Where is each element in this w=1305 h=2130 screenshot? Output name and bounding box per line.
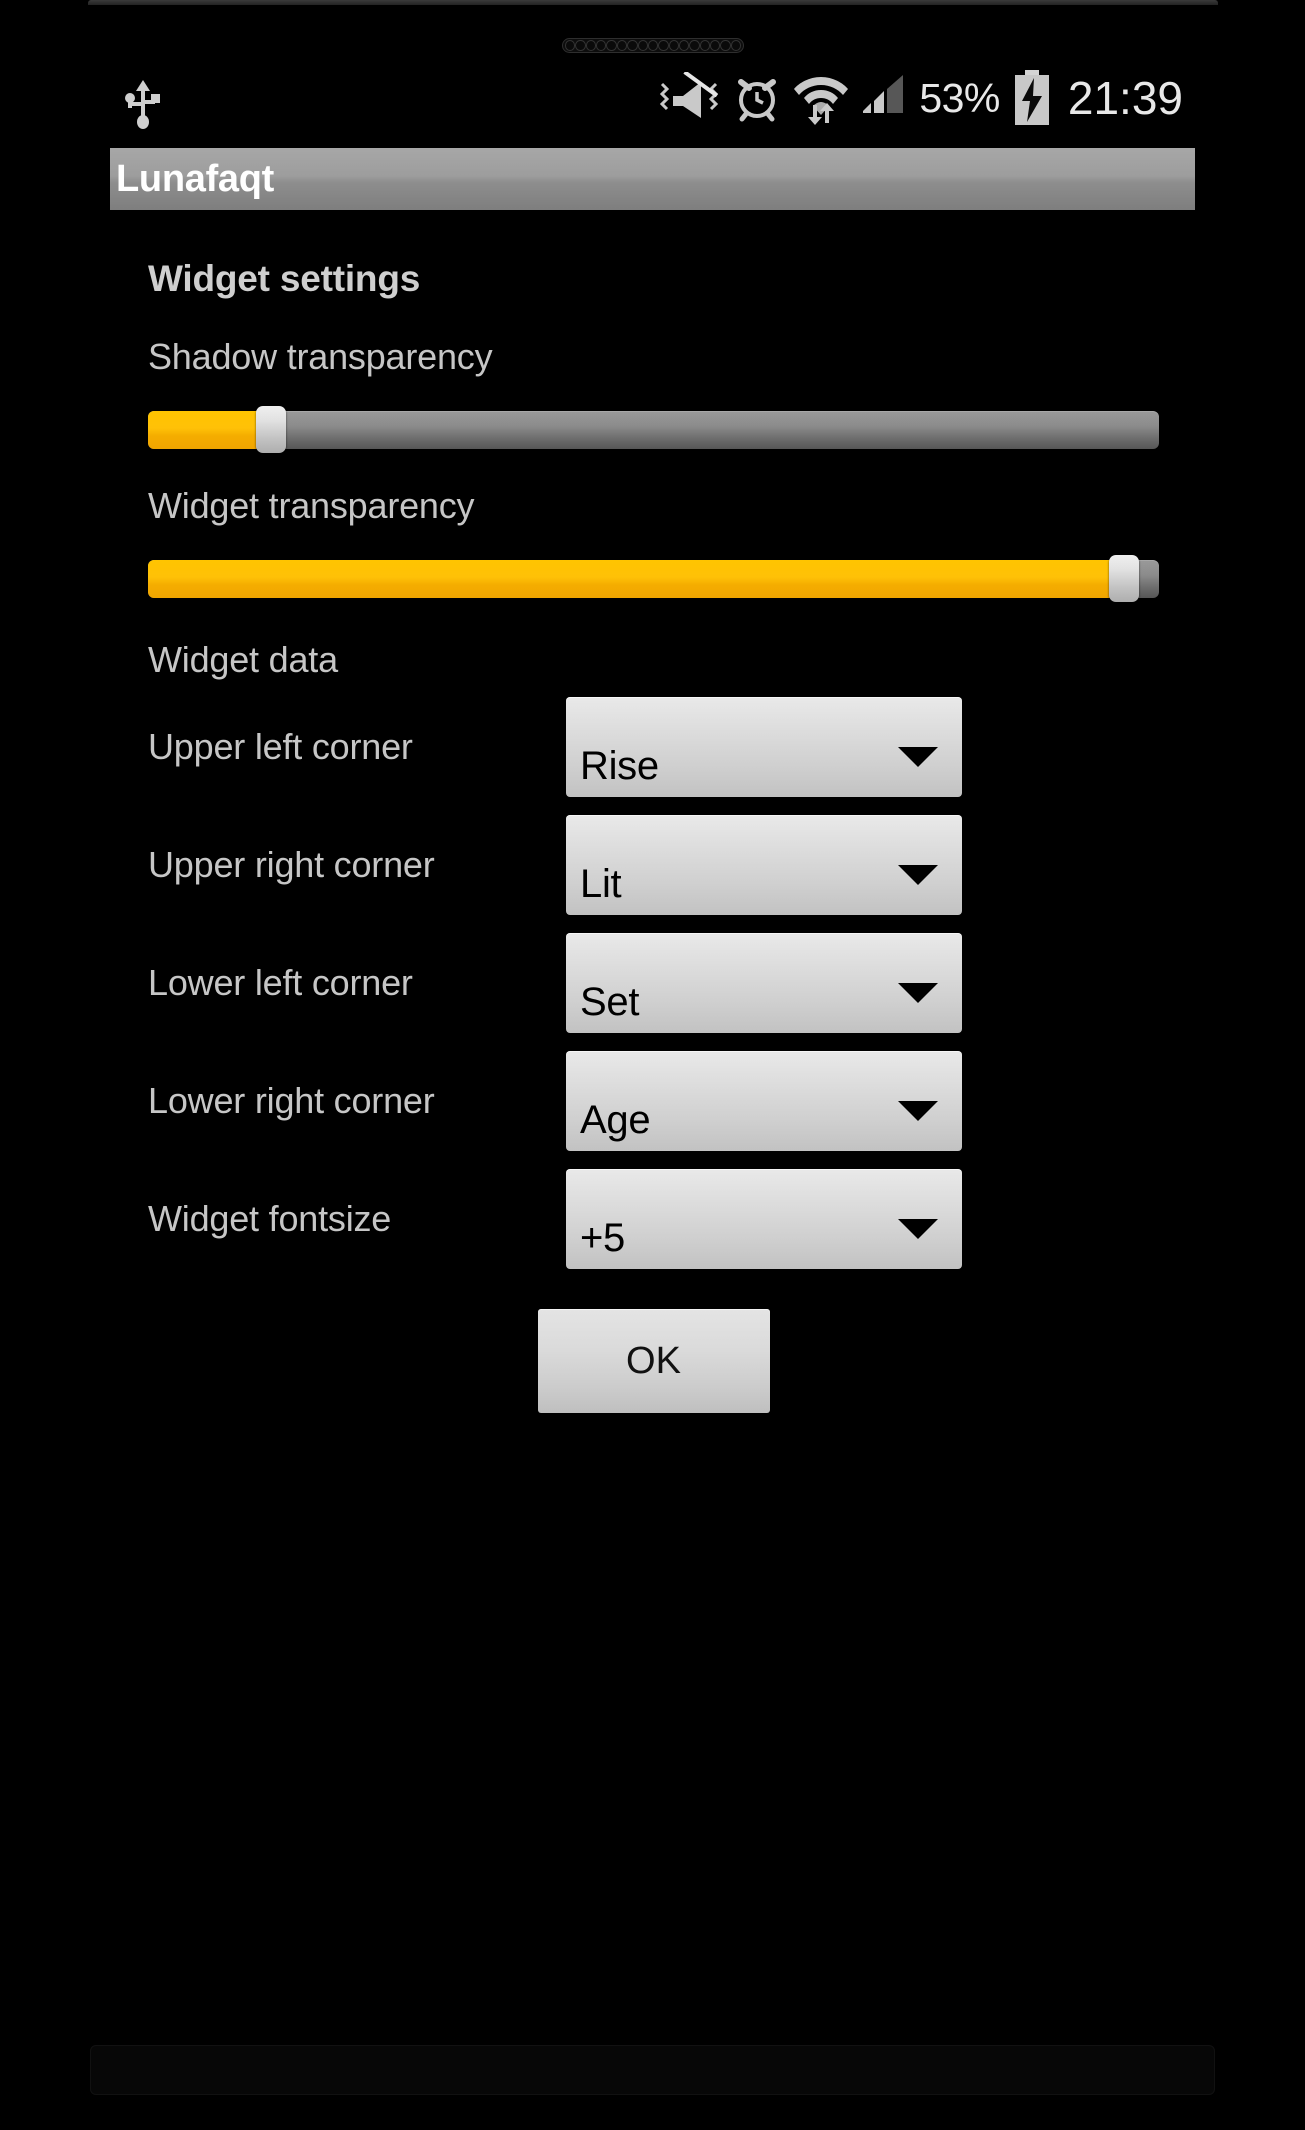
widget-transparency-label: Widget transparency bbox=[148, 485, 475, 526]
ok-button[interactable]: OK bbox=[537, 1309, 770, 1413]
upper-left-corner-label: Upper left corner bbox=[148, 726, 413, 767]
app-title: Lunafaqt bbox=[116, 157, 275, 200]
earpiece-speaker-grille bbox=[562, 38, 744, 53]
grille-hole bbox=[637, 40, 648, 51]
device-top-bezel bbox=[88, 0, 1218, 5]
grille-hole bbox=[668, 40, 679, 51]
grille-hole bbox=[647, 40, 659, 51]
grille-hole bbox=[658, 40, 669, 51]
spinner-selected-value: +5 bbox=[580, 1216, 626, 1260]
status-bar-right-icons: 53% 21:39 bbox=[659, 70, 1187, 126]
lower-left-corner-spinner[interactable]: Set bbox=[566, 933, 962, 1033]
grille-hole bbox=[585, 40, 597, 51]
app-title-bar: Lunafaqt bbox=[110, 148, 1195, 210]
grille-hole bbox=[730, 40, 742, 51]
lower-right-corner-label: Lower right corner bbox=[148, 1080, 435, 1121]
upper-right-corner-spinner[interactable]: Lit bbox=[566, 815, 962, 915]
button-row: OK bbox=[148, 1309, 1159, 1413]
spinner-selected-value: Rise bbox=[580, 744, 659, 788]
grille-hole bbox=[616, 40, 628, 51]
chevron-down-icon bbox=[898, 865, 938, 885]
status-bar-left-icons bbox=[120, 78, 166, 130]
page-title: Widget settings bbox=[148, 258, 421, 299]
spinner-selected-value: Age bbox=[580, 1098, 651, 1142]
widget-data-label: Widget data bbox=[148, 639, 338, 680]
upper-right-corner-label: Upper right corner bbox=[148, 844, 435, 885]
slider-thumb[interactable] bbox=[1109, 555, 1140, 602]
shadow-transparency-slider[interactable] bbox=[148, 406, 1159, 453]
setting-row-lower-left-corner: Lower left corner Set bbox=[148, 931, 1159, 1035]
grille-hole bbox=[627, 40, 638, 51]
spinner-selected-value: Lit bbox=[580, 862, 622, 906]
slider-fill bbox=[148, 411, 271, 449]
widget-transparency-slider[interactable] bbox=[148, 555, 1159, 602]
slider-thumb[interactable] bbox=[255, 406, 286, 453]
grille-hole bbox=[720, 40, 731, 51]
spinner-selected-value: Set bbox=[580, 980, 640, 1024]
usb-icon bbox=[125, 80, 160, 129]
setting-row-widget-fontsize: Widget fontsize +5 bbox=[148, 1167, 1159, 1271]
status-bar-clock: 21:39 bbox=[1067, 72, 1183, 124]
chevron-down-icon bbox=[898, 1101, 938, 1121]
widget-fontsize-spinner[interactable]: +5 bbox=[566, 1169, 962, 1269]
lower-right-corner-spinner[interactable]: Age bbox=[566, 1051, 962, 1151]
wifi-data-transfer-icon bbox=[794, 77, 849, 125]
phone-screen: 53% 21:39 Lunafaqt Widget settings Shado… bbox=[110, 60, 1195, 2035]
chevron-down-icon bbox=[898, 1219, 938, 1239]
slider-track bbox=[148, 411, 1159, 449]
chevron-down-icon bbox=[898, 983, 938, 1003]
upper-left-corner-spinner[interactable]: Rise bbox=[566, 697, 962, 797]
grille-hole bbox=[596, 40, 607, 51]
phone-device-frame: 53% 21:39 Lunafaqt Widget settings Shado… bbox=[0, 0, 1305, 2130]
setting-row-upper-left-corner: Upper left corner Rise bbox=[148, 695, 1159, 799]
grille-hole bbox=[606, 40, 617, 51]
cellular-signal-icon bbox=[863, 75, 904, 113]
grille-hole bbox=[710, 40, 721, 51]
grille-hole bbox=[689, 40, 700, 51]
setting-row-lower-right-corner: Lower right corner Age bbox=[148, 1049, 1159, 1153]
device-bottom-bezel bbox=[90, 2045, 1215, 2095]
grille-hole bbox=[575, 40, 586, 51]
grille-hole bbox=[678, 40, 690, 51]
setting-row-upper-right-corner: Upper right corner Lit bbox=[148, 813, 1159, 917]
status-bar: 53% 21:39 bbox=[110, 60, 1195, 148]
widget-fontsize-label: Widget fontsize bbox=[148, 1198, 392, 1239]
silent-vibrate-icon bbox=[660, 72, 719, 118]
grille-hole bbox=[565, 40, 576, 51]
settings-content: Widget settings Shadow transparency Widg… bbox=[110, 258, 1195, 1413]
alarm-clock-icon bbox=[738, 79, 777, 122]
grille-hole bbox=[699, 40, 711, 51]
slider-fill bbox=[148, 560, 1125, 598]
chevron-down-icon bbox=[898, 747, 938, 767]
lower-left-corner-label: Lower left corner bbox=[148, 962, 413, 1003]
battery-charging-icon bbox=[1014, 70, 1049, 125]
shadow-transparency-label: Shadow transparency bbox=[148, 336, 493, 377]
battery-percentage-label: 53% bbox=[919, 74, 1000, 121]
